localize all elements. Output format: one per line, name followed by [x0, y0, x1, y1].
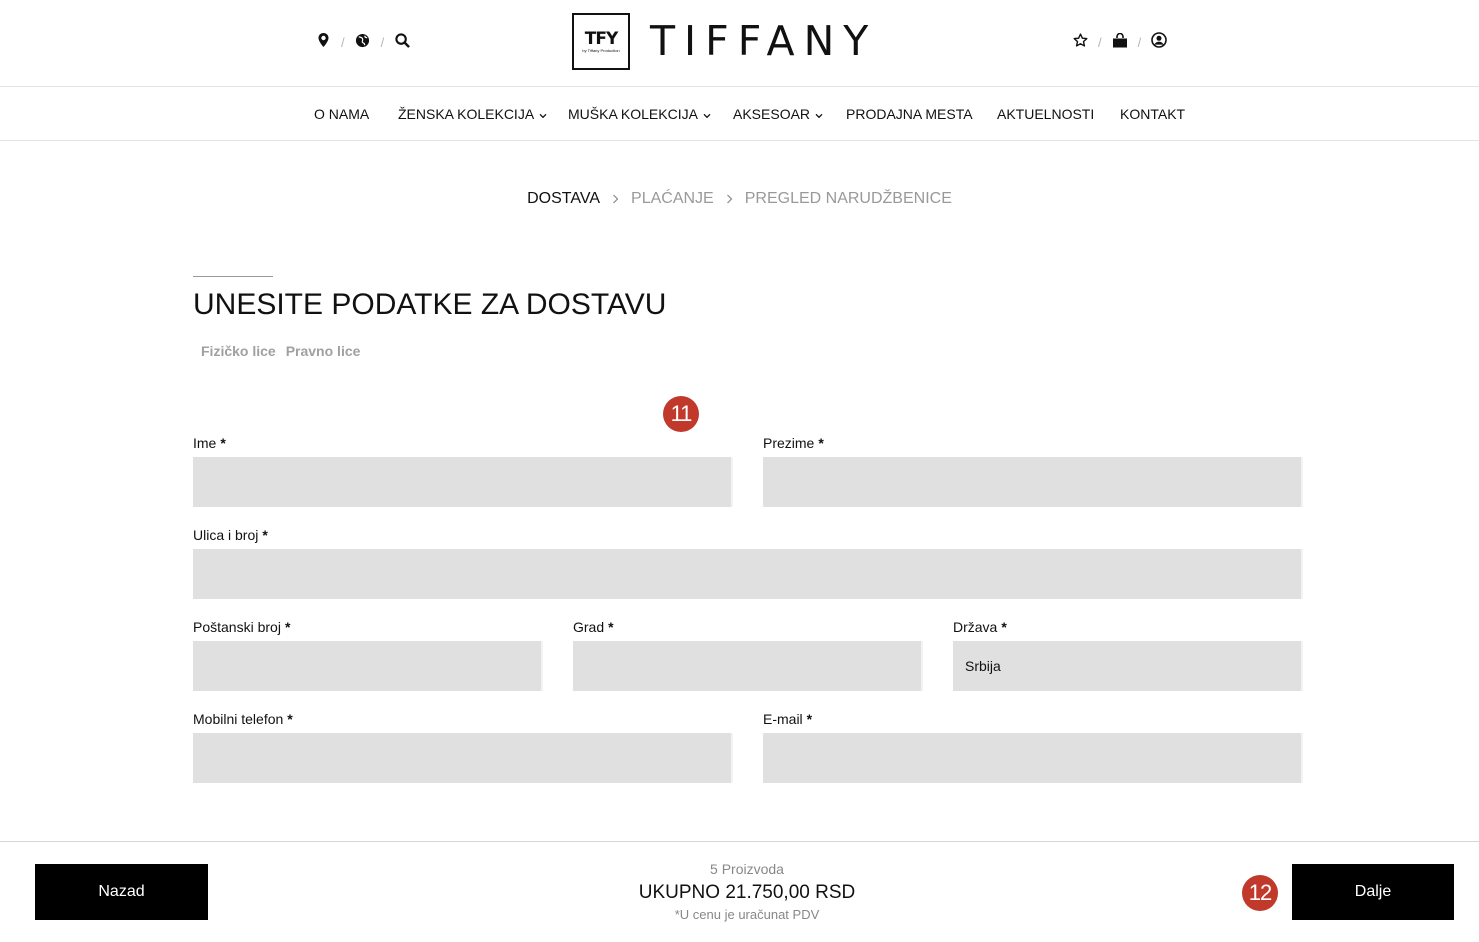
next-button[interactable]: Dalje: [1292, 864, 1454, 920]
street-input[interactable]: [193, 549, 1303, 599]
step-dostava: DOSTAVA: [527, 190, 601, 207]
city-input[interactable]: [573, 641, 923, 691]
brand-tagline: by Tiffany Production: [582, 47, 620, 53]
tab-fizicko-lice[interactable]: Fizičko lice: [201, 343, 276, 359]
email-input[interactable]: [763, 733, 1303, 783]
postal-code-label: Poštanski broj *: [193, 619, 290, 635]
last-name-input[interactable]: [763, 457, 1303, 507]
title-divider: [193, 276, 273, 277]
header-separator: /: [1098, 34, 1102, 50]
city-label: Grad *: [573, 619, 614, 635]
back-button[interactable]: Nazad: [35, 864, 208, 920]
nav-item-label: AKTUELNOSTI: [997, 106, 1095, 122]
star-icon[interactable]: [1071, 30, 1089, 50]
customer-type-tabs: Fizičko lice Pravno lice: [201, 343, 370, 359]
nav-item-zenska-kolekcija[interactable]: ŽENSKA KOLEKCIJA: [398, 106, 547, 122]
annotation-badge: 12: [1242, 875, 1278, 911]
nav-item-label: O NAMA: [314, 106, 370, 122]
chevron-down-icon: [815, 106, 823, 122]
nav-item-o-nama[interactable]: O NAMA: [314, 106, 369, 122]
tab-pravno-lice[interactable]: Pravno lice: [286, 343, 361, 359]
email-label-text: E-mail: [763, 711, 803, 727]
postal-code-input[interactable]: [193, 641, 543, 691]
brand-mark-text: TFY: [584, 28, 619, 49]
required-mark: *: [220, 435, 226, 451]
last-name-label: Prezime *: [763, 435, 824, 451]
location-icon[interactable]: [314, 30, 332, 50]
street-label-text: Ulica i broj: [193, 527, 259, 543]
chevron-right-icon: [726, 194, 733, 204]
bag-icon[interactable]: [1111, 30, 1129, 50]
brand-mark: TFY by Tiffany Production: [572, 13, 630, 70]
product-count: 5 Proizvoda: [710, 861, 784, 877]
phone-label-text: Mobilni telefon: [193, 711, 284, 727]
first-name-label: Ime *: [193, 435, 226, 451]
phone-label: Mobilni telefon *: [193, 711, 293, 727]
phone-input[interactable]: [193, 733, 733, 783]
globe-icon[interactable]: [354, 30, 372, 50]
brand-wordmark: TIFFANY: [650, 17, 878, 65]
last-name-label-text: Prezime: [763, 435, 815, 451]
required-mark: *: [284, 619, 291, 635]
chevron-right-icon: [612, 194, 619, 204]
first-name-label-text: Ime: [193, 435, 217, 451]
first-name-input[interactable]: [193, 457, 733, 507]
chevron-down-icon: [703, 106, 711, 122]
user-icon[interactable]: [1150, 30, 1168, 50]
country-label: Država *: [953, 619, 1007, 635]
chevron-down-icon: [539, 106, 547, 122]
nav-item-label: ŽENSKA KOLEKCIJA: [398, 106, 535, 122]
header-separator: /: [341, 34, 345, 50]
postal-code-label-text: Poštanski broj: [193, 619, 281, 635]
step-placanje: PLAĆANJE: [631, 190, 714, 207]
required-mark: *: [262, 527, 268, 543]
header-separator: /: [1137, 34, 1142, 50]
nav-item-label: MUŠKA KOLEKCIJA: [568, 106, 698, 122]
header-separator: /: [380, 34, 385, 50]
checkout-steps: DOSTAVA PLAĆANJE PREGLED NARUDŽBENICE: [0, 190, 1479, 208]
page-title: UNESITE PODATKE ZA DOSTAVU: [193, 288, 667, 321]
street-label: Ulica i broj *: [193, 527, 268, 543]
vat-note: *U cenu je uračunat PDV: [674, 907, 820, 922]
brand-logo[interactable]: TFY by Tiffany Production TIFFANY: [572, 13, 877, 70]
nav-item-muska-kolekcija[interactable]: MUŠKA KOLEKCIJA: [568, 106, 711, 122]
search-icon[interactable]: [393, 30, 411, 50]
email-label: E-mail *: [763, 711, 812, 727]
annotation-badge: 11: [663, 396, 699, 432]
city-label-text: Grad: [573, 619, 605, 635]
site-header: / / TFY by Tiffany Production TIFFANY / …: [0, 0, 1479, 87]
nav-item-kontakt[interactable]: KONTAKT: [1120, 106, 1185, 122]
nav-item-label: AKSESOAR: [733, 106, 811, 122]
nav-item-prodajna-mesta[interactable]: PRODAJNA MESTA: [846, 106, 973, 122]
country-label-text: Država: [953, 619, 998, 635]
required-mark: *: [608, 619, 614, 635]
nav-item-aksesoar[interactable]: AKSESOAR: [733, 106, 823, 122]
required-mark: *: [287, 711, 293, 727]
checkout-footer: Nazad 5 Proizvoda UKUPNO 21.750,00 RSD *…: [0, 841, 1479, 942]
required-mark: *: [1001, 619, 1007, 635]
required-mark: *: [806, 711, 813, 727]
nav-item-label: PRODAJNA MESTA: [846, 106, 973, 122]
nav-item-label: KONTAKT: [1120, 106, 1186, 122]
nav-item-aktuelnosti[interactable]: AKTUELNOSTI: [997, 106, 1094, 122]
required-mark: *: [818, 435, 824, 451]
header-right-icons: / /: [1071, 30, 1168, 50]
header-left-icons: / /: [314, 30, 411, 50]
step-pregled-narudzbenice: PREGLED NARUDŽBENICE: [744, 190, 952, 207]
order-total: UKUPNO 21.750,00 RSD: [638, 882, 856, 903]
country-input[interactable]: [953, 641, 1303, 691]
main-nav: O NAMA ŽENSKA KOLEKCIJA MUŠKA KOLEKCIJA …: [0, 87, 1479, 141]
